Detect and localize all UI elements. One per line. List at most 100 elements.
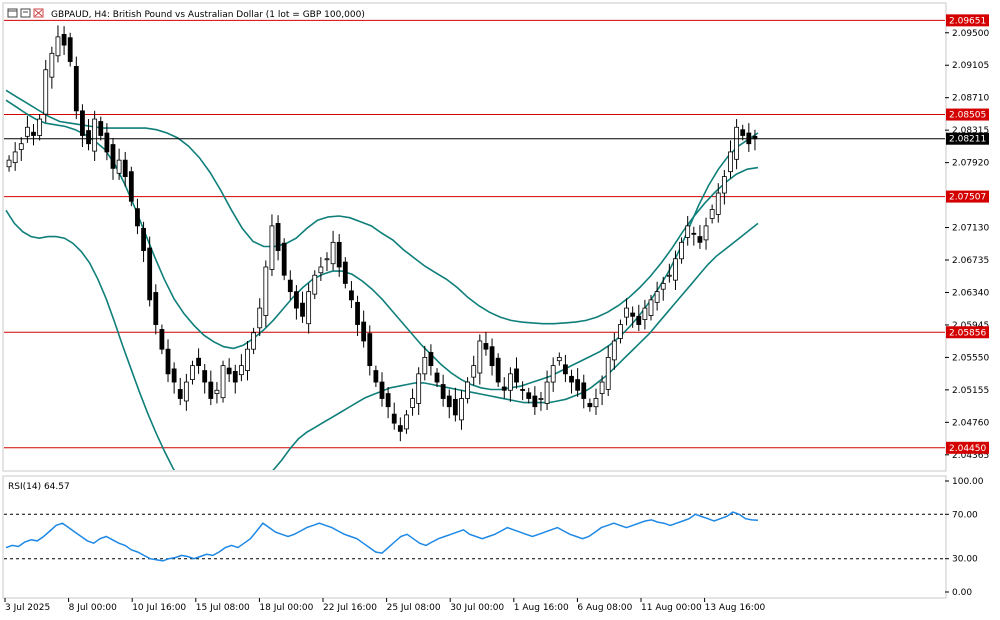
bear-candle-body [428, 352, 434, 367]
bull-candle-body [312, 274, 318, 295]
bear-candle-body [86, 130, 91, 145]
bull-candle-body [238, 365, 244, 376]
bear-candle-body [80, 110, 85, 136]
rsi-title: RSI(14) 64.57 [8, 482, 70, 492]
time-tick-label: 25 Jul 08:00 [387, 603, 441, 613]
time-tick-label: 18 Jul 00:00 [259, 603, 313, 613]
bear-candle-body [61, 34, 67, 46]
bull-candle-body [220, 365, 226, 399]
bear-candle-body [104, 132, 110, 153]
bull-candle-body [648, 299, 654, 316]
bull-candle-body [251, 332, 257, 350]
candle [495, 353, 501, 387]
price-tick-label: 2.06340 [952, 288, 989, 298]
bear-candle-body [636, 315, 642, 325]
bull-candle-body [605, 357, 611, 390]
bull-candle-body [550, 365, 556, 383]
bull-candle-body [715, 192, 721, 215]
price-tick-label: 2.07920 [952, 159, 989, 169]
bull-candle-body [92, 118, 98, 152]
bear-candle-body [226, 367, 232, 375]
bull-candle-body [330, 241, 336, 265]
candle [342, 257, 348, 289]
bear-candle-body [336, 241, 342, 268]
bear-candle-body [361, 321, 367, 342]
level-label: 2.09651 [949, 16, 986, 26]
bear-candle-body [581, 382, 587, 399]
bull-candle-body [642, 307, 648, 320]
bull-candle-body [599, 381, 605, 394]
bear-candle-body [196, 357, 201, 367]
bull-candle-body [404, 414, 409, 430]
bear-candle-body [391, 413, 397, 424]
bear-candle-body [397, 425, 403, 432]
price-tick-label: 2.09105 [952, 61, 989, 71]
bull-candle-body [734, 126, 740, 160]
bear-candle-body [281, 242, 287, 276]
bull-candle-body [544, 381, 550, 404]
bear-candle-body [373, 370, 379, 383]
time-tick-label: 15 Jul 08:00 [196, 603, 250, 613]
bear-candle-body [110, 144, 116, 169]
bull-candle-body [263, 266, 269, 316]
bull-candle-body [471, 365, 477, 378]
bull-candle-body [709, 209, 715, 219]
bear-candle-body [232, 370, 238, 383]
price-tick-label: 2.08710 [952, 94, 989, 104]
bear-candle-body [630, 312, 636, 317]
bear-candle-body [697, 236, 703, 243]
bear-candle-body [165, 348, 171, 375]
bear-candle-body [128, 171, 134, 202]
bear-candle-body [385, 393, 391, 408]
bull-candle-body [422, 357, 428, 375]
chart-title: GBPAUD, H4: British Pound vs Australian … [51, 10, 365, 20]
bear-candle-body [275, 223, 281, 251]
chart-window: GBPAUD, H4: British Pound vs Australian … [2, 2, 989, 613]
bear-candle-body [691, 232, 697, 235]
time-tick-label: 11 Aug 00:00 [641, 603, 702, 613]
bear-candle-body [489, 346, 495, 367]
bear-candle-body [159, 329, 165, 350]
bull-candle-body [6, 159, 12, 168]
price-tick-label: 2.07130 [952, 224, 989, 234]
bull-candle-body [618, 324, 623, 339]
bull-candle-body [24, 126, 30, 137]
bull-candle-body [624, 307, 629, 318]
bull-candle-body [306, 291, 312, 325]
time-tick-label: 8 Jul 00:00 [69, 603, 118, 613]
bear-candle-body [135, 208, 140, 227]
level-label: 2.07507 [949, 193, 986, 203]
bear-candle-body [434, 372, 440, 383]
bear-candle-body [367, 333, 373, 367]
bull-candle-body [18, 143, 24, 150]
time-tick-label: 1 Aug 16:00 [514, 603, 569, 613]
bull-candle-body [269, 225, 275, 270]
bull-candle-body [703, 225, 709, 241]
time-tick-label: 6 Aug 08:00 [577, 603, 632, 613]
bull-candle-body [116, 159, 122, 174]
time-tick-label: 3 Jul 2025 [5, 603, 50, 613]
rsi-tick-label: 30.00 [952, 555, 978, 565]
bear-candle-body [153, 292, 159, 325]
bull-candle-body [324, 258, 330, 261]
time-tick-label: 13 Aug 16:00 [705, 603, 766, 613]
bull-candle-body [654, 291, 660, 303]
bear-candle-body [379, 381, 385, 399]
bear-candle-body [73, 66, 79, 112]
bull-candle-body [685, 225, 691, 238]
bull-candle-body [410, 398, 415, 408]
rsi-panel[interactable] [2, 475, 947, 599]
bear-candle-body [208, 381, 214, 399]
bear-candle-body [141, 227, 146, 251]
time-axis: 3 Jul 2025 8 Jul 00:00 10 Jul 16:00 15 Jul … [4, 598, 766, 613]
rsi-tick-label: 70.00 [952, 510, 978, 520]
bear-candle-body [294, 291, 299, 309]
bull-candle-body [257, 307, 263, 329]
bear-candle-body [98, 121, 104, 136]
bull-candle-body [183, 381, 189, 402]
bull-candle-body [728, 151, 733, 173]
price-tick-label: 2.09500 [952, 29, 989, 39]
rsi-tick-label: 0.00 [952, 588, 972, 598]
bear-candle-body [287, 279, 293, 293]
bear-candle-body [514, 368, 519, 383]
